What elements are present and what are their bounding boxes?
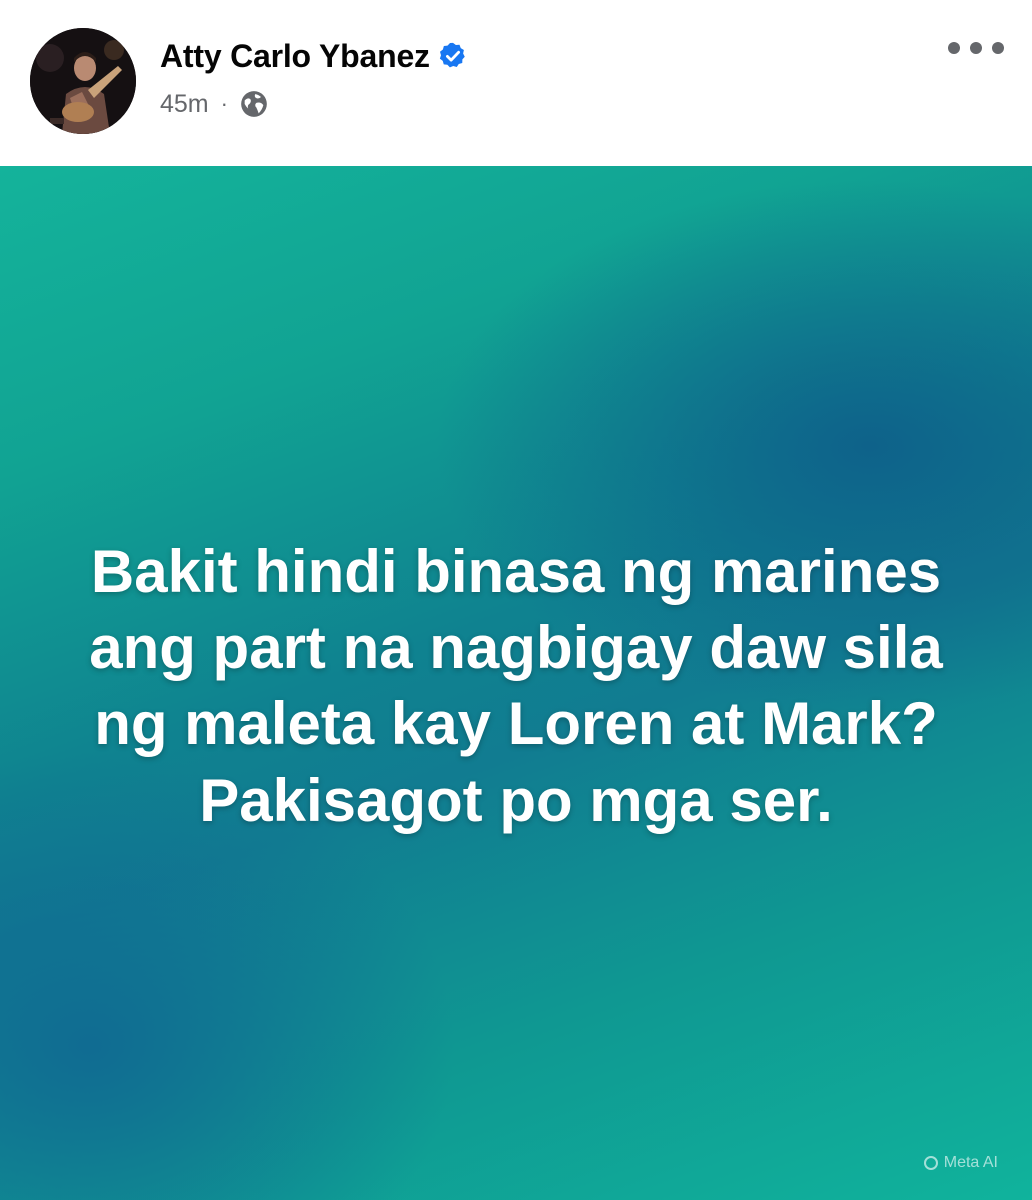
more-options-icon-dot	[992, 42, 1004, 54]
meta-separator: ·	[220, 91, 228, 116]
avatar[interactable]	[30, 28, 136, 134]
post-timestamp[interactable]: 45m	[160, 90, 209, 119]
globe-icon[interactable]	[240, 90, 268, 118]
meta-ai-label: Meta AI	[943, 1154, 998, 1171]
more-options-icon	[948, 42, 960, 54]
facebook-post: Atty Carlo Ybanez 45m · Meta AI Bakit hi…	[0, 0, 1032, 1200]
post-text-line: ng maleta kay Loren at Mark?	[94, 690, 938, 758]
post-text: Bakit hindi binasa ng marines ang part n…	[60, 534, 972, 839]
post-text-line: Bakit hindi binasa ng marines	[90, 538, 942, 605]
more-options-icon-dot	[970, 42, 982, 54]
more-options-button[interactable]	[948, 28, 1004, 68]
post-text-line: Pakisagot po mga ser.	[199, 766, 833, 834]
author-name[interactable]: Atty Carlo Ybanez	[160, 38, 430, 75]
meta-ai-watermark: Meta AI	[923, 1154, 998, 1172]
meta-ai-icon	[923, 1156, 938, 1170]
post-meta: 45m ·	[160, 86, 268, 122]
post-header: Atty Carlo Ybanez 45m ·	[0, 0, 1032, 166]
avatar-photo	[30, 28, 136, 134]
post-text-line: ang part na nagbigay daw sila	[89, 614, 943, 682]
author-row: Atty Carlo Ybanez	[160, 34, 468, 78]
verified-badge-icon	[438, 41, 468, 71]
